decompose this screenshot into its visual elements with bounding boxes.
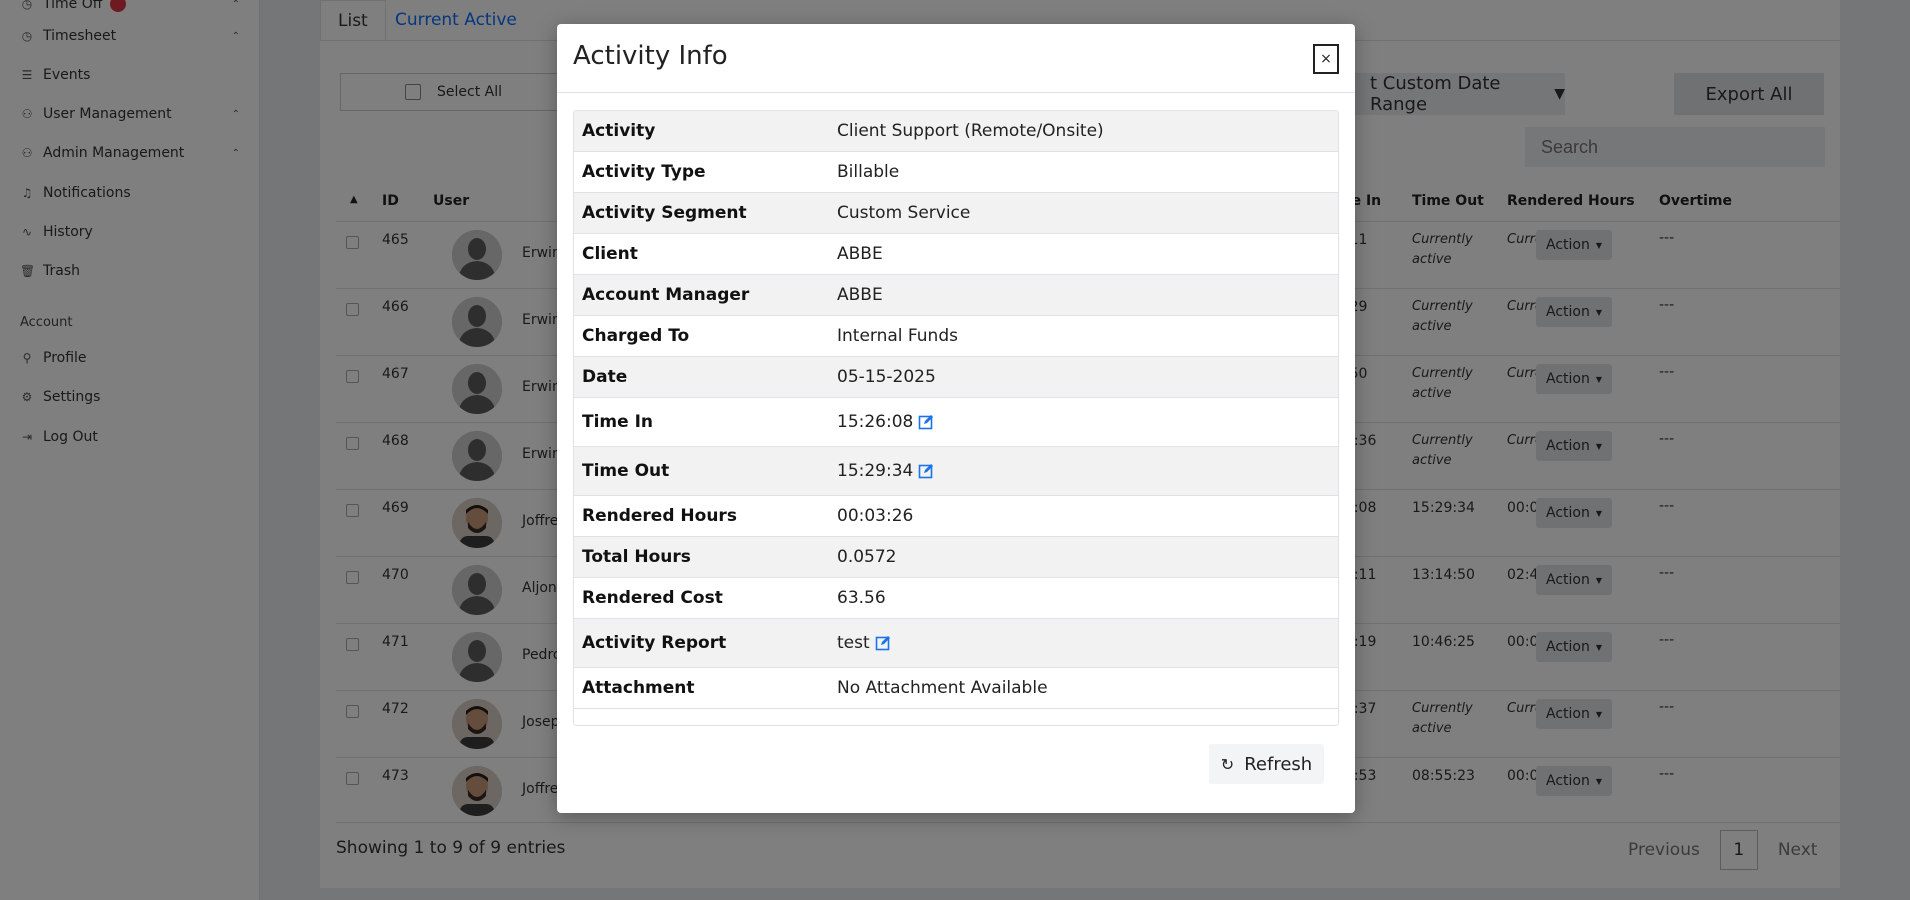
info-value-text: 00:03:26: [837, 506, 914, 526]
close-button[interactable]: ×: [1313, 44, 1339, 74]
info-value-text: No Attachment Available: [837, 678, 1048, 698]
info-label: Date: [582, 367, 628, 387]
info-row-date: Date 05-15-2025: [574, 357, 1338, 398]
info-label: Attachment: [582, 678, 695, 698]
info-row-activity-type: Activity Type Billable: [574, 152, 1338, 193]
info-label: Rendered Hours: [582, 506, 737, 526]
info-value-text: test: [837, 633, 870, 653]
info-label: Client: [582, 244, 638, 264]
activity-info-modal: Activity Info × Activity Client Support (…: [557, 24, 1355, 813]
info-row-rendered-cost: Rendered Cost 63.56: [574, 578, 1338, 619]
info-label: Time In: [582, 412, 654, 432]
info-value-text: 0.0572: [837, 547, 897, 567]
info-value: 15:26:08: [837, 412, 934, 432]
activity-info-table: Activity Client Support (Remote/Onsite) Ac…: [573, 110, 1339, 726]
info-value-text: Custom Service: [837, 203, 971, 223]
info-value: Billable: [837, 162, 899, 182]
info-label: Charged To: [582, 326, 690, 346]
info-label: Time Out: [582, 461, 670, 481]
refresh-button[interactable]: ↻ Refresh: [1209, 744, 1324, 784]
info-row-charged-to: Charged To Internal Funds: [574, 316, 1338, 357]
info-label: Activity Segment: [582, 203, 747, 223]
info-value: 15:29:34: [837, 461, 934, 481]
info-row-attachment: Attachment No Attachment Available: [574, 668, 1338, 709]
info-row-account-manager: Account Manager ABBE: [574, 275, 1338, 316]
info-label: Total Hours: [582, 547, 691, 567]
info-value: 00:03:26: [837, 506, 913, 526]
info-value: ABBE: [837, 285, 883, 305]
info-label: Activity Type: [582, 162, 706, 182]
info-value: 63.56: [837, 588, 886, 608]
info-row-client: Client ABBE: [574, 234, 1338, 275]
info-value-text: Client Support (Remote/Onsite): [837, 121, 1104, 141]
refresh-icon: ↻: [1220, 754, 1235, 774]
info-value-text: 63.56: [837, 588, 886, 608]
info-value-text: ABBE: [837, 244, 883, 264]
info-value: test: [837, 633, 891, 653]
info-value: 05-15-2025: [837, 367, 936, 387]
info-value: Custom Service: [837, 203, 970, 223]
info-label: Activity: [582, 121, 656, 141]
info-value-text: 15:26:08: [837, 412, 914, 432]
edit-icon[interactable]: [875, 635, 891, 651]
info-value: Internal Funds: [837, 326, 958, 346]
modal-header-divider: [557, 92, 1355, 93]
edit-icon[interactable]: [918, 414, 934, 430]
info-row-time-in: Time In 15:26:08: [574, 398, 1338, 447]
info-row-rendered-hours: Rendered Hours 00:03:26: [574, 496, 1338, 537]
info-row-activity: Activity Client Support (Remote/Onsite): [574, 111, 1338, 152]
edit-icon[interactable]: [918, 463, 934, 479]
info-value: ABBE: [837, 244, 883, 264]
info-row-activity-report: Activity Report test: [574, 619, 1338, 668]
info-value-text: 05-15-2025: [837, 367, 936, 387]
info-row-activity-segment: Activity Segment Custom Service: [574, 193, 1338, 234]
info-row-total-hours: Total Hours 0.0572: [574, 537, 1338, 578]
info-label: Rendered Cost: [582, 588, 723, 608]
info-row-time-out: Time Out 15:29:34: [574, 447, 1338, 496]
info-value: No Attachment Available: [837, 678, 1048, 698]
info-value-text: 15:29:34: [837, 461, 914, 481]
info-label: Activity Report: [582, 633, 727, 653]
refresh-label: Refresh: [1244, 753, 1313, 775]
modal-title: Activity Info: [573, 41, 728, 71]
info-value-text: Billable: [837, 162, 900, 182]
info-value-text: Internal Funds: [837, 326, 958, 346]
info-label: Account Manager: [582, 285, 750, 305]
info-value: 0.0572: [837, 547, 896, 567]
info-value-text: ABBE: [837, 285, 883, 305]
info-value: Client Support (Remote/Onsite): [837, 121, 1104, 141]
